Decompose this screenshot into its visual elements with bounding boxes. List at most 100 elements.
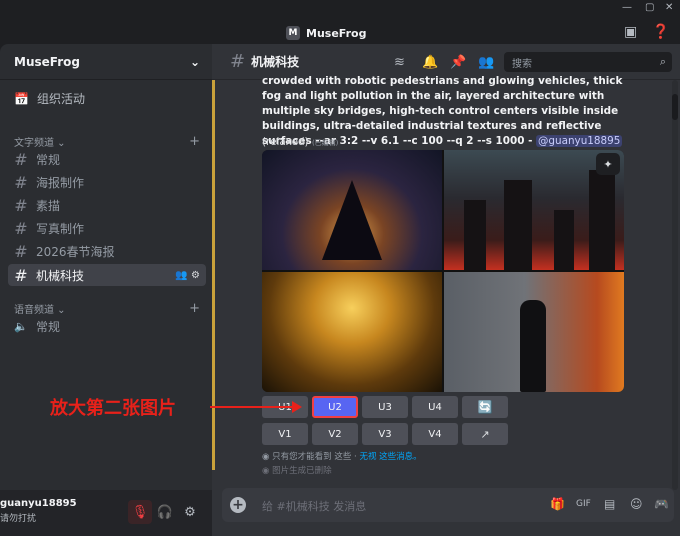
invite-icon[interactable]: 👥	[175, 270, 187, 281]
generated-image-4[interactable]	[444, 272, 624, 392]
scrollbar-thumb[interactable]	[672, 94, 678, 120]
preview-text: 图片生成已删除	[272, 466, 332, 476]
title-bar: M MuseFrog — ▢ ✕ ▣ ❓	[0, 0, 680, 44]
bell-icon[interactable]: 🔔	[422, 55, 438, 70]
u2-button[interactable]: U2	[312, 396, 358, 418]
add-attachment-icon[interactable]: +	[230, 497, 246, 513]
hash-icon: #	[14, 149, 28, 169]
reroll-icon[interactable]: 🔄	[462, 396, 508, 418]
gif-icon[interactable]: GIF	[576, 499, 591, 509]
hash-icon: #	[14, 172, 28, 192]
search-input[interactable]: 搜索 ⌕	[504, 52, 672, 72]
app-logo-icon: M	[286, 26, 300, 40]
sticker-icon[interactable]: ▤	[604, 497, 615, 511]
channel-title: 机械科技	[251, 55, 300, 69]
events-item[interactable]: 📅 组织活动	[14, 90, 85, 107]
mode-text: (relaxed)	[262, 136, 309, 148]
channel-label: 2026春节海报	[36, 244, 115, 259]
headphones-icon[interactable]: 🎧	[153, 500, 177, 524]
channel-label: 常规	[36, 319, 61, 334]
u4-button[interactable]: U4	[412, 396, 458, 418]
microphone-muted-icon[interactable]: 🎙	[128, 500, 152, 524]
gear-icon[interactable]: ⚙	[191, 270, 200, 281]
events-label: 组织活动	[36, 92, 85, 106]
username[interactable]: guanyu18895	[0, 498, 77, 509]
building-shape	[464, 200, 486, 270]
channel-label: 常规	[36, 152, 61, 167]
user-mention[interactable]: @guanyu18895	[536, 135, 623, 147]
emoji-icon[interactable]: ☺	[630, 497, 643, 511]
figure-shape	[520, 300, 546, 392]
message-composer[interactable]: + 给 #机械科技 发消息 🎁 GIF ▤ ☺ 🎮	[222, 488, 674, 522]
image-actions-icon[interactable]: ✦	[596, 153, 620, 175]
gamepad-icon[interactable]: 🎮	[654, 497, 669, 511]
server-header[interactable]: MuseFrog ⌄	[0, 44, 212, 80]
channel-item[interactable]: #2026春节海报	[8, 240, 206, 262]
search-icon: ⌕	[659, 55, 666, 68]
calendar-icon: 📅	[14, 91, 29, 106]
channel-label: 海报制作	[36, 175, 85, 190]
threads-icon[interactable]: ≋	[394, 55, 405, 70]
hash-icon: #	[14, 195, 28, 215]
mode-label: (relaxed) (已编辑)	[262, 136, 338, 148]
channel-item[interactable]: # 常规	[8, 148, 206, 170]
text-channel-category[interactable]: 文字频道 ⌄ +	[14, 134, 200, 149]
user-settings-icon[interactable]: ⚙	[178, 500, 202, 524]
channel-label: 素描	[36, 198, 61, 213]
eye-icon: ◉	[262, 466, 270, 476]
channel-item-active[interactable]: # 机械科技 👥 ⚙	[8, 264, 206, 286]
members-icon[interactable]: 👥	[478, 55, 494, 70]
building-shape	[554, 210, 574, 270]
close-window-button[interactable]: ✕	[665, 2, 673, 13]
edited-tag: (已编辑)	[311, 139, 339, 147]
channel-label: 机械科技	[36, 268, 85, 283]
minimize-button[interactable]: —	[622, 2, 632, 13]
next-message-preview: ◉ 图片生成已删除	[262, 464, 332, 476]
chat-scrollbar[interactable]	[672, 80, 678, 490]
chat-area: # 机械科技 ≋ 🔔 📌 👥 搜索 ⌕ crowded with robotic…	[212, 44, 680, 536]
annotation-arrow	[210, 401, 302, 413]
app-title-text: MuseFrog	[306, 26, 367, 40]
v3-button[interactable]: V3	[362, 423, 408, 445]
inbox-icon[interactable]: ▣	[624, 24, 637, 40]
hash-icon: #	[230, 51, 246, 72]
maximize-button[interactable]: ▢	[645, 2, 654, 13]
highlight-bar	[212, 80, 215, 470]
hash-icon: #	[14, 265, 28, 285]
ephemeral-notice: ◉ 只有您才能看到 这些 · 无视 这些消息。	[262, 450, 422, 462]
user-status: 请勿打扰	[0, 514, 37, 524]
hash-icon: #	[14, 241, 28, 261]
gift-icon[interactable]: 🎁	[550, 497, 565, 511]
v1-button[interactable]: V1	[262, 423, 308, 445]
voice-channel-category[interactable]: 语音频道 ⌄ +	[14, 301, 200, 316]
v4-button[interactable]: V4	[412, 423, 458, 445]
channel-label: 写真制作	[36, 221, 85, 236]
channel-item[interactable]: # 写真制作	[8, 217, 206, 239]
annotation-label: 放大第二张图片	[50, 398, 176, 419]
building-shape	[589, 170, 615, 270]
notice-text: 只有您才能看到 这些 ·	[272, 452, 360, 462]
v2-button[interactable]: V2	[312, 423, 358, 445]
hash-icon: #	[14, 218, 28, 238]
app-title: M MuseFrog	[286, 24, 366, 42]
external-link-icon[interactable]: ↗	[462, 423, 508, 445]
add-channel-icon[interactable]: +	[189, 134, 200, 149]
u3-button[interactable]: U3	[362, 396, 408, 418]
dismiss-link[interactable]: 无视 这些消息。	[359, 452, 421, 462]
speaker-icon: 🔈	[14, 319, 28, 333]
voice-channel-item[interactable]: 🔈 常规	[8, 315, 206, 337]
generated-image-1[interactable]	[262, 150, 442, 270]
eye-icon: ◉	[262, 452, 270, 462]
user-panel: guanyu18895 请勿打扰 🎙 🎧 ⚙	[0, 490, 212, 536]
pin-icon[interactable]: 📌	[450, 55, 466, 70]
generated-image-3[interactable]	[262, 272, 442, 392]
search-placeholder: 搜索	[512, 58, 532, 70]
channel-item[interactable]: # 海报制作	[8, 171, 206, 193]
composer-placeholder: 给 #机械科技 发消息	[262, 500, 367, 513]
add-channel-icon[interactable]: +	[189, 301, 200, 316]
image-grid[interactable]: ✦	[262, 150, 624, 392]
help-icon[interactable]: ❓	[652, 24, 669, 40]
building-shape	[504, 180, 532, 270]
channel-sidebar: MuseFrog ⌄ 📅 组织活动 文字频道 ⌄ + # 常规 # 海报制作 # 素描…	[0, 44, 212, 536]
channel-item[interactable]: # 素描	[8, 194, 206, 216]
